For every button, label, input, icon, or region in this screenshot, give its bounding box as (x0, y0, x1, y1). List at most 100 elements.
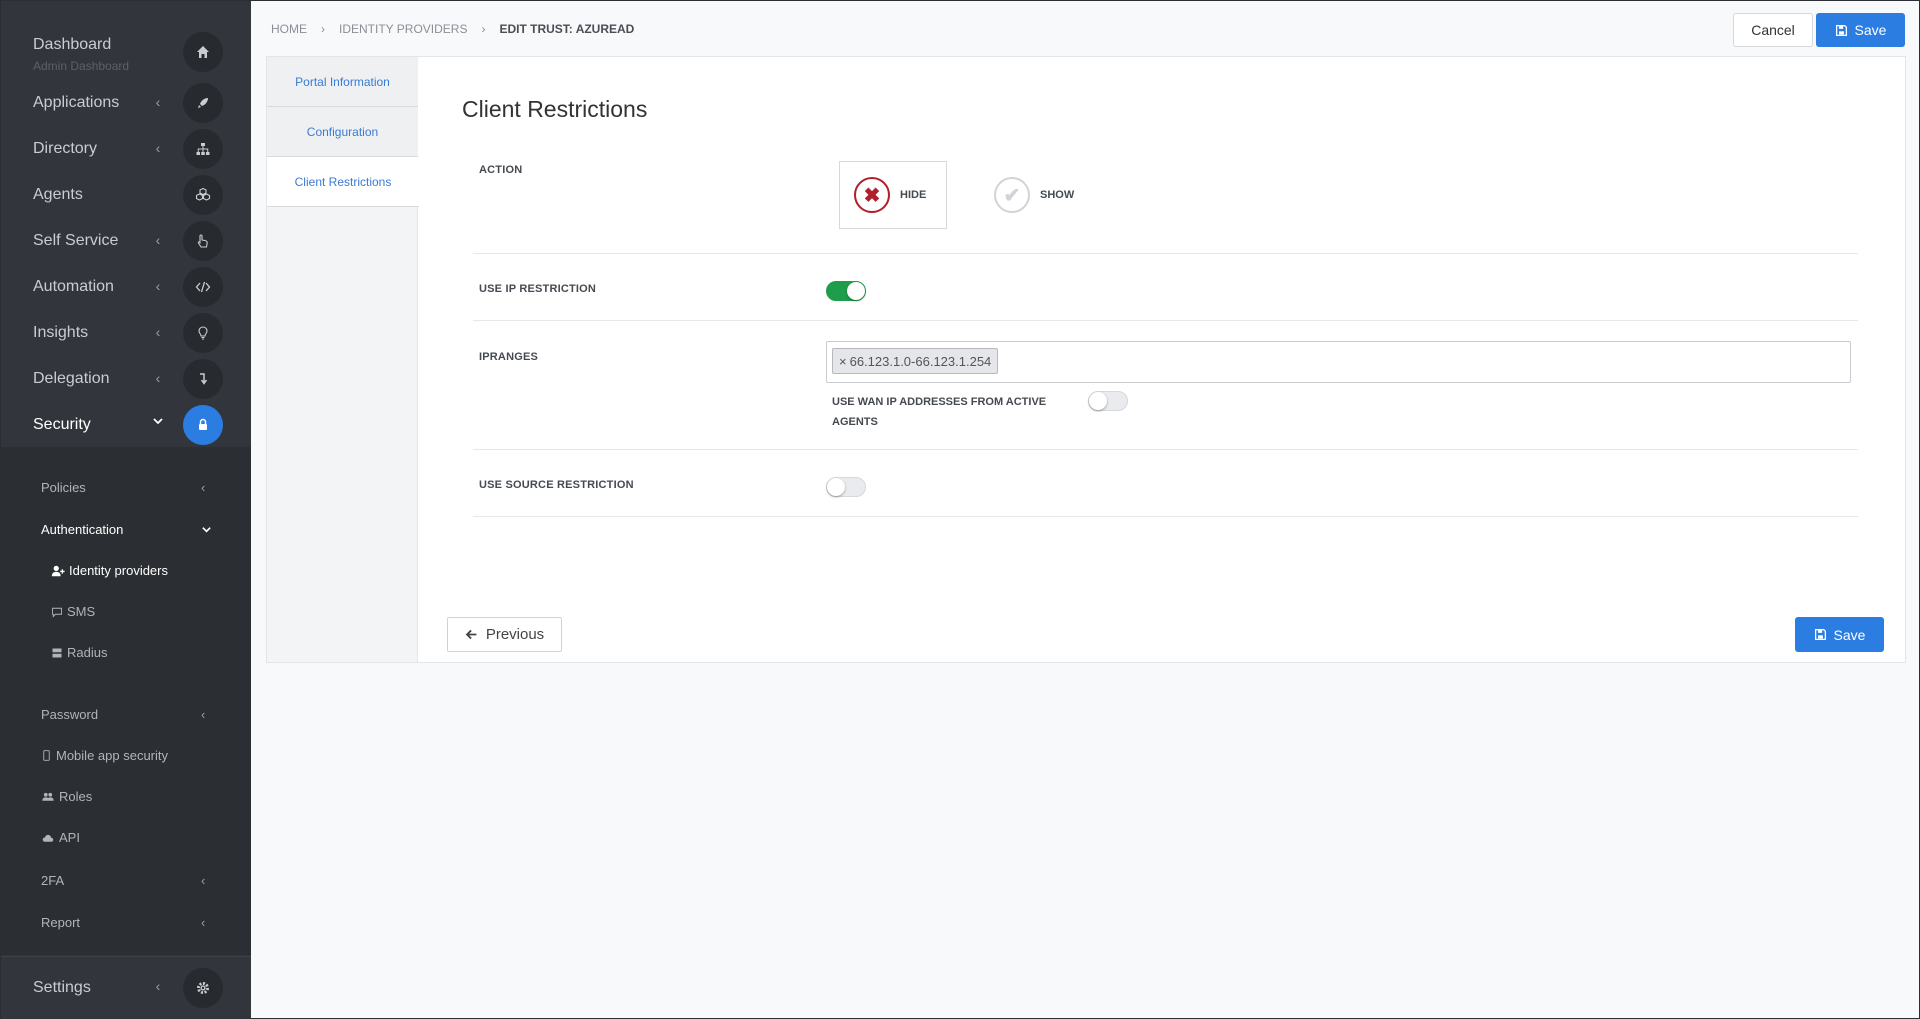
previous-button-label: Previous (485, 626, 545, 643)
chevron-left-icon: ‹ (155, 324, 161, 340)
chevron-left-icon: ‹ (201, 873, 206, 888)
sidebar-item-security[interactable]: Security (1, 402, 251, 448)
chevron-left-icon: ‹ (155, 232, 161, 248)
subnav-item-mobile-app-security[interactable]: Mobile app security (41, 748, 168, 763)
sidebar-item-insights[interactable]: Insights ‹ (1, 310, 251, 356)
level-down-icon (183, 359, 223, 399)
sidebar-item-label: Automation (33, 278, 114, 295)
chevron-left-icon: ‹ (155, 278, 161, 294)
wizard-tabs: Portal Information Configuration Client … (267, 57, 431, 662)
chevron-left-icon: ‹ (155, 94, 161, 110)
breadcrumb-identity-providers[interactable]: IDENTITY PROVIDERS (339, 22, 467, 36)
subnav-item-authentication[interactable]: Authentication (41, 522, 123, 537)
sidebar-item-self-service[interactable]: Self Service ‹ (1, 218, 251, 264)
sidebar-item-label: Delegation (33, 370, 110, 387)
hide-option-label: HIDE (900, 189, 927, 201)
users-icon (42, 792, 54, 801)
tab-configuration[interactable]: Configuration (267, 107, 418, 157)
show-option[interactable]: ✔ SHOW (994, 177, 1074, 213)
arrow-left-icon (465, 629, 477, 640)
chevron-down-icon (151, 414, 165, 430)
sidebar-item-label: Self Service (33, 232, 119, 249)
sidebar-item-delegation[interactable]: Delegation ‹ (1, 356, 251, 402)
subnav-item-policies[interactable]: Policies (41, 480, 86, 495)
subnav-item-identity-providers[interactable]: Identity providers (51, 563, 168, 578)
iprange-tag-label: 66.123.1.0-66.123.1.254 (849, 353, 992, 369)
chevron-left-icon: ‹ (201, 915, 206, 930)
subnav-item-api[interactable]: API (41, 830, 80, 845)
footer-save-button[interactable]: Save (1795, 617, 1884, 652)
chevron-right-icon: › (321, 22, 325, 36)
save-icon (1835, 24, 1847, 36)
chevron-right-icon: › (481, 22, 486, 36)
sidebar-item-agents[interactable]: Agents (1, 172, 251, 218)
security-subnav: Policies ‹ Authentication Identity provi… (1, 447, 251, 955)
hide-option[interactable]: ✖ HIDE (854, 177, 926, 213)
sidebar-item-automation[interactable]: Automation ‹ (1, 264, 251, 310)
server-icon (52, 648, 62, 657)
subnav-item-roles[interactable]: Roles (41, 789, 92, 804)
chevron-left-icon: ‹ (155, 140, 161, 156)
subnav-item-label: Roles (59, 789, 93, 804)
ipranges-label: IPRANGES (479, 351, 539, 363)
save-icon (1814, 628, 1826, 641)
divider (473, 253, 1858, 254)
sidebar-item-settings[interactable]: Settings ‹ (1, 956, 251, 1019)
hand-pointer-icon (183, 221, 223, 261)
code-icon (183, 267, 223, 307)
action-label: ACTION (479, 164, 523, 176)
cloud-icon (42, 834, 54, 842)
subnav-item-label: Identity providers (69, 563, 168, 578)
subnav-item-label: Mobile app security (56, 748, 168, 763)
subnav-item-radius[interactable]: Radius (51, 645, 107, 660)
divider (473, 516, 1858, 517)
previous-button[interactable]: Previous (447, 617, 562, 652)
sidebar: Dashboard Admin Dashboard Applications ‹… (1, 1, 251, 1019)
tab-client-restrictions[interactable]: Client Restrictions (267, 157, 431, 207)
save-button-label: Save (1833, 626, 1866, 643)
home-icon (183, 32, 223, 72)
subnav-item-report[interactable]: Report (41, 915, 80, 930)
wan-ip-toggle[interactable] (1088, 391, 1128, 411)
ip-restriction-toggle[interactable] (826, 281, 866, 301)
tag-remove-icon[interactable]: × (839, 354, 847, 369)
page-title: Client Restrictions (462, 96, 648, 122)
close-circle-icon: ✖ (854, 177, 890, 213)
lock-icon (183, 405, 223, 445)
sidebar-item-label: Insights (33, 324, 89, 341)
breadcrumb-home[interactable]: HOME (271, 22, 307, 36)
toggle-knob (827, 478, 845, 496)
sidebar-item-label: Agents (33, 186, 83, 203)
sidebar-item-applications[interactable]: Applications ‹ (1, 80, 251, 126)
source-restriction-label: USE SOURCE RESTRICTION (479, 479, 634, 491)
subnav-item-label: API (59, 830, 80, 845)
check-circle-icon: ✔ (994, 177, 1030, 213)
iprange-tag: × 66.123.1.0-66.123.1.254 (832, 348, 999, 374)
sidebar-item-label: Dashboard (33, 36, 112, 53)
rocket-icon (183, 83, 223, 123)
chevron-left-icon: ‹ (201, 480, 206, 495)
gear-icon (183, 968, 223, 1008)
sitemap-icon (183, 129, 223, 169)
subnav-item-2fa[interactable]: 2FA (41, 873, 64, 888)
save-button[interactable]: Save (1816, 13, 1905, 47)
source-restriction-toggle[interactable] (826, 477, 866, 497)
sidebar-item-sublabel: Admin Dashboard (33, 59, 130, 73)
tab-portal-information[interactable]: Portal Information (267, 57, 418, 107)
sidebar-item-directory[interactable]: Directory ‹ (1, 126, 251, 172)
subnav-item-label: Radius (67, 645, 108, 660)
cubes-icon (183, 175, 223, 215)
ipranges-input[interactable]: × 66.123.1.0-66.123.1.254 (826, 341, 1851, 383)
toggle-knob (847, 282, 865, 300)
sidebar-item-dashboard[interactable]: Dashboard Admin Dashboard (1, 29, 251, 75)
breadcrumb-current: EDIT TRUST: AZUREAD (499, 22, 635, 36)
sidebar-item-label: Settings (33, 979, 91, 996)
subnav-item-sms[interactable]: SMS (51, 604, 95, 619)
divider (473, 320, 1858, 321)
cancel-button[interactable]: Cancel (1733, 13, 1813, 47)
sidebar-item-label: Directory (33, 140, 98, 157)
lightbulb-icon (183, 313, 223, 353)
subnav-item-password[interactable]: Password (41, 707, 98, 722)
chevron-left-icon: ‹ (155, 370, 161, 386)
chevron-left-icon: ‹ (201, 707, 206, 722)
